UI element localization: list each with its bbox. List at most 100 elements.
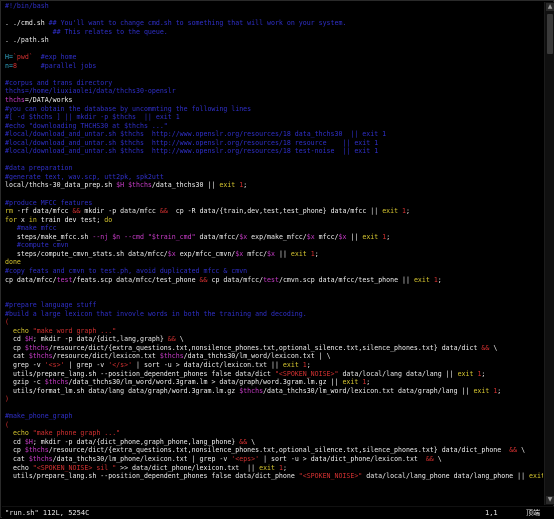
code-token: cp -R data/{train,dev,test,test_phone} d… xyxy=(167,207,383,216)
code-token: cp data/mfcc/ xyxy=(5,275,57,284)
code-token: echo xyxy=(5,463,33,472)
code-token: exit xyxy=(342,378,359,387)
code-token: ## This relates to the queue. xyxy=(52,27,168,36)
code-token: do xyxy=(104,215,113,224)
code-token: $thchs xyxy=(28,352,53,361)
code-token: #local/download_and_untar.sh $thchs http… xyxy=(5,147,379,156)
code-line: ( xyxy=(2,421,543,430)
scroll-up-arrow-icon[interactable]: ▲ xyxy=(546,3,554,11)
vim-editor-buffer[interactable]: #!/bin/bash . ./cmd.sh ## You'll want to … xyxy=(2,2,543,505)
code-line: H=`pwd` #exp home xyxy=(2,53,543,62)
code-token: 1 xyxy=(306,249,315,258)
code-token: $H xyxy=(24,335,33,344)
code-token: $x xyxy=(306,232,315,241)
code-token: ; xyxy=(306,360,311,369)
code-line: #corpus and trans directory xyxy=(2,79,543,88)
code-line: grep -v '<s>' | grep -v '</s>' | sort -u… xyxy=(2,361,543,370)
code-line: cp $thchs/resource/dict/{extra_questions… xyxy=(2,344,543,353)
code-line: #local/download_and_untar.sh $thchs http… xyxy=(2,147,543,156)
code-token: exit xyxy=(529,472,543,481)
code-token: H= xyxy=(5,53,13,62)
code-token: /data_thchs30/lm_word/lexicon.txt | \ xyxy=(183,352,331,361)
code-token: /resource/dict/lexicon.txt xyxy=(52,352,160,361)
code-token: $H $thchs xyxy=(116,181,152,190)
code-token: mfcc/ xyxy=(243,249,268,258)
code-line: #make_phone_graph xyxy=(2,412,543,421)
code-token: || xyxy=(275,249,291,258)
code-token: data/local/lang_phone data/lang_phone || xyxy=(362,472,530,481)
code-line: #generate text, wav.scp, utt2pk, spk2utt xyxy=(2,173,543,182)
code-line: . ./cmd.sh ## You'll want to change cmd.… xyxy=(2,19,543,28)
code-token: test xyxy=(56,275,73,284)
code-token: \ xyxy=(517,446,526,455)
code-token: \ xyxy=(175,335,184,344)
code-line: cd $H; mkdir -p data/{dict,lang,graph} &… xyxy=(2,335,543,344)
code-token: test xyxy=(263,275,279,284)
code-line: #data preparation xyxy=(2,164,543,173)
code-token: exit xyxy=(382,207,399,216)
code-token: '</s>' xyxy=(108,360,133,369)
scroll-down-arrow-icon[interactable]: ▼ xyxy=(546,496,554,504)
code-token: ; xyxy=(243,181,248,190)
code-token: $thchs xyxy=(28,454,53,463)
code-token: '<eps>' xyxy=(231,454,260,463)
code-token: /resource/dict/{extra_questions.txt,nons… xyxy=(48,343,482,352)
code-line: cp data/mfcc/test/feats.scp data/mfcc/te… xyxy=(2,276,543,285)
code-token: ; xyxy=(497,386,502,395)
code-token: ; xyxy=(481,369,486,378)
code-token: in xyxy=(28,215,37,224)
code-line: utils/format_lm.sh data/lang data/graph/… xyxy=(2,387,543,396)
code-token: \ xyxy=(247,437,256,446)
code-token: exit xyxy=(457,369,474,378)
code-token: ## You'll want to change cmd.sh to somet… xyxy=(48,19,347,28)
code-token: ; xyxy=(282,463,287,472)
code-token: for xyxy=(5,215,17,224)
code-token: $thchs xyxy=(24,343,49,352)
vertical-scrollbar[interactable]: ▲ ▼ xyxy=(544,2,554,505)
code-token: /resource/dict/{extra_questions.txt,nons… xyxy=(48,446,510,455)
code-token: exit xyxy=(473,386,490,395)
code-token: $thchs xyxy=(44,378,69,387)
code-token: #build a large lexicon that invovle word… xyxy=(5,309,307,318)
code-token: local/thchs-30_data_prep.sh xyxy=(5,181,117,190)
code-token: ; mkdir -p data/{dict,lang,graph} xyxy=(32,335,168,344)
code-token: ; xyxy=(314,249,319,258)
code-token: echo xyxy=(5,429,29,438)
code-token: cp xyxy=(5,343,25,352)
code-token: exit xyxy=(362,232,379,241)
code-line: cat $thchs/resource/dict/lexicon.txt $th… xyxy=(2,352,543,361)
code-token: ; mkdir -p data/{dict_phone,graph_phone,… xyxy=(32,437,240,446)
code-token: || xyxy=(346,232,363,241)
code-token: done xyxy=(5,258,21,267)
code-token: /feats.scp data/mfcc/test_phone xyxy=(72,275,200,284)
code-token: | sort -u > data/dict/lexicon.txt || xyxy=(132,360,283,369)
code-token: cd xyxy=(5,335,25,344)
code-token: #compute cmvn xyxy=(16,241,69,250)
code-token: data/local/lang data/lang || xyxy=(338,369,458,378)
code-token: exit xyxy=(290,249,307,258)
code-token: cp xyxy=(5,446,25,455)
code-token: $x xyxy=(239,232,248,241)
scrollbar-thumb[interactable] xyxy=(547,14,553,54)
code-token: #prepare language stuff xyxy=(5,301,97,310)
terminal-window: #!/bin/bash . ./cmd.sh ## You'll want to … xyxy=(0,0,554,518)
code-token: -rf data/mfcc xyxy=(12,207,73,216)
code-line: echo "<SPOKEN_NOISE> sil " >> data/dict_… xyxy=(2,464,543,473)
code-token: #local/download_and_untar.sh $thchs http… xyxy=(5,130,387,139)
code-line: #compute cmvn xyxy=(2,241,543,250)
code-token: mfcc/ xyxy=(314,232,339,241)
code-line: ( xyxy=(2,318,543,327)
code-line: ## This relates to the queue. xyxy=(2,28,543,37)
code-token: #produce MFCC features xyxy=(5,198,93,207)
code-line: echo "make word graph ..." xyxy=(2,327,543,336)
code-token: --nj $n --cmd "$train_cmd" xyxy=(92,232,196,241)
code-token: #corpus and trans directory xyxy=(5,78,113,87)
code-token: #data preparation xyxy=(5,164,73,173)
code-line: rm -rf data/mfcc && mkdir -p data/mfcc &… xyxy=(2,207,543,216)
